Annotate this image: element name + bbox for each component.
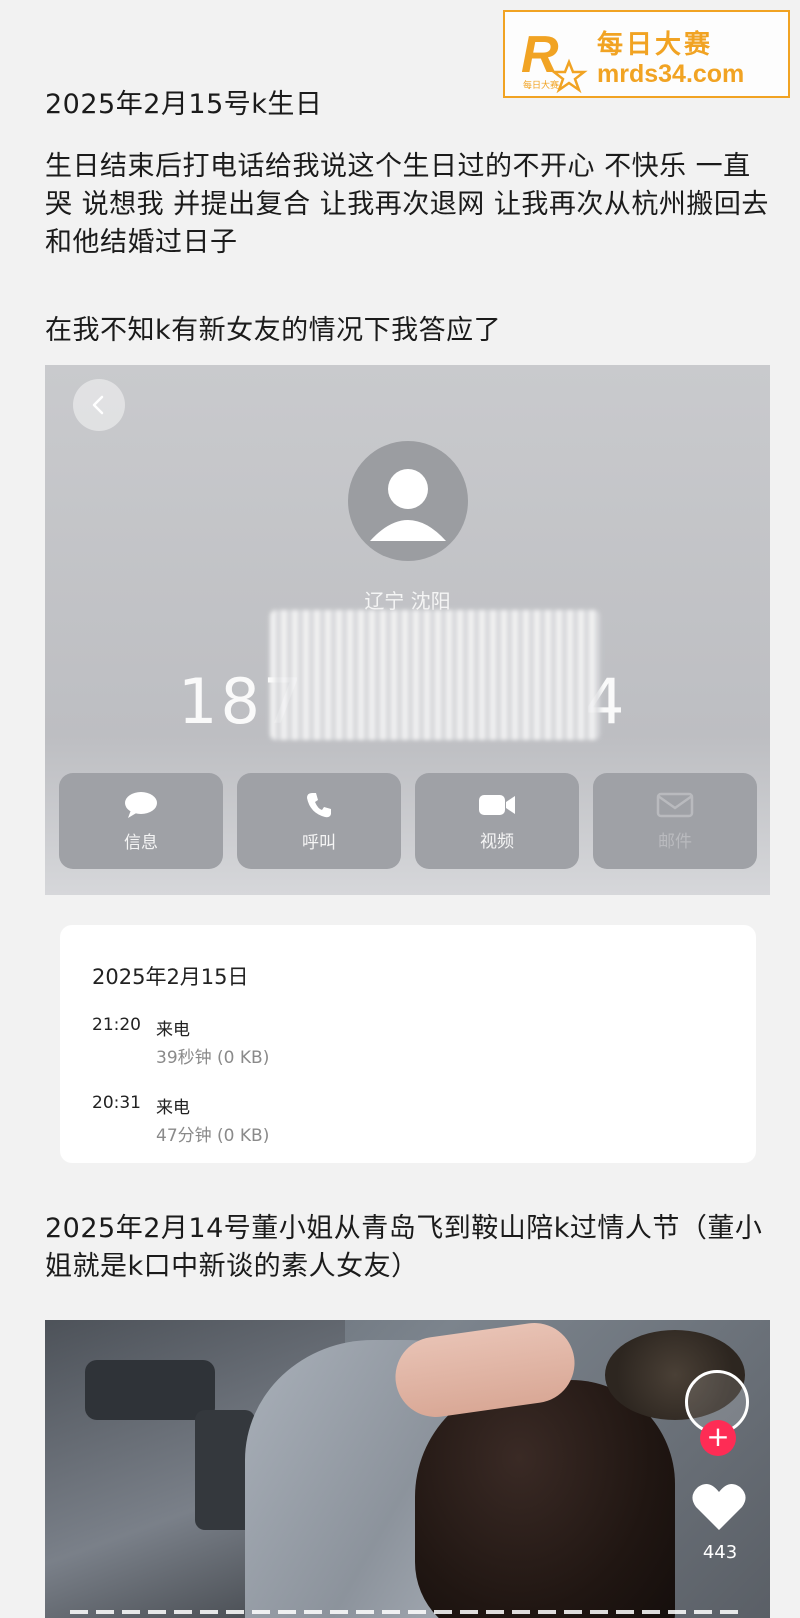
video-button[interactable]: 视频 [415, 773, 579, 869]
message-button[interactable]: 信息 [59, 773, 223, 869]
page: R 每日大赛 每日大赛 mrds34.com 2025年2月15号k生日 生日结… [0, 0, 800, 1618]
call-button[interactable]: 呼叫 [237, 773, 401, 869]
post-heading-valentine: 2025年2月14号董小姐从青岛飞到鞍山陪k过情人节（董小姐就是k口中新谈的素人… [45, 1213, 763, 1282]
site-logo-icon: R 每日大赛 [521, 26, 588, 94]
call-entry-duration: 47分钟 (0 KB) [156, 1126, 270, 1146]
video-progress-bar[interactable] [70, 1610, 745, 1614]
heart-icon[interactable] [690, 1480, 748, 1532]
message-icon [125, 791, 157, 818]
svg-text:R: R [521, 26, 559, 84]
phone-icon [307, 792, 331, 817]
video-frame[interactable]: + 443 [45, 1320, 770, 1618]
post-paragraph-agree: 在我不知k有新女友的情况下我答应了 [45, 315, 502, 346]
call-log-date: 2025年2月15日 [92, 965, 249, 989]
mail-icon [656, 792, 694, 817]
post-paragraph-call: 生日结束后打电话给我说这个生日过的不开心 不快乐 一直哭 说想我 并提出复合 让… [45, 151, 769, 258]
call-entry-type: 来电 [156, 1020, 190, 1040]
watermark-url: mrds34.com [597, 60, 745, 88]
car-vent [85, 1360, 215, 1420]
call-log-card: 2025年2月15日 21:20 来电 39秒钟 (0 KB) 20:31 来电… [60, 925, 756, 1163]
call-entry-duration: 39秒钟 (0 KB) [156, 1048, 270, 1068]
contact-actions: 信息 呼叫 视频 邮件 [59, 773, 757, 869]
video-icon [479, 794, 515, 815]
watermark-title: 每日大赛 [597, 30, 714, 60]
call-label: 呼叫 [302, 832, 336, 853]
call-entry-time: 21:20 [92, 1015, 141, 1035]
follow-button[interactable]: + [700, 1420, 736, 1456]
contact-avatar [348, 441, 468, 561]
back-button[interactable] [73, 379, 125, 431]
post-heading-birthday: 2025年2月15号k生日 [45, 89, 323, 120]
person-hair [415, 1380, 675, 1618]
redaction-blur [270, 610, 600, 740]
person-icon [370, 469, 446, 541]
like-count: 443 [702, 1542, 738, 1563]
call-entry-time: 20:31 [92, 1093, 141, 1113]
watermark-logo: R 每日大赛 每日大赛 mrds34.com [503, 10, 790, 98]
video-label: 视频 [480, 831, 514, 852]
mail-label: 邮件 [658, 831, 692, 852]
message-label: 信息 [124, 832, 158, 853]
contact-screenshot: 辽宁 沈阳 187 4 信息 呼叫 视频 邮件 [45, 365, 770, 895]
call-entry-type: 来电 [156, 1098, 190, 1118]
mail-button[interactable]: 邮件 [593, 773, 757, 869]
chevron-left-icon [92, 395, 104, 415]
